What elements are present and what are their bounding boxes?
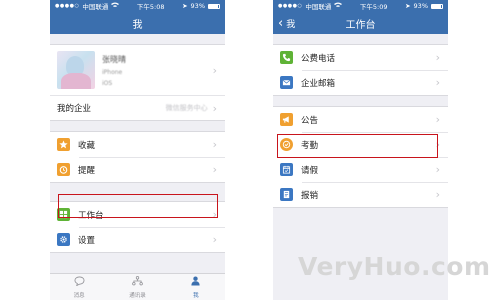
calendar-icon — [280, 163, 293, 176]
chevron-right-icon: › — [435, 51, 440, 64]
profile-card[interactable]: 张晓晴 iPhone iOS › — [50, 45, 225, 95]
reimbursement-row[interactable]: 报销 › — [273, 182, 448, 207]
reminder-label: 提醒 — [78, 165, 96, 176]
tab-messages[interactable]: 消息 — [50, 274, 108, 300]
grid-icon — [57, 208, 70, 221]
battery-label: 93% — [190, 2, 205, 10]
time-label: 下午5:09 — [359, 3, 388, 11]
tab-contacts[interactable]: 通讯录 — [108, 274, 166, 300]
workbench-row[interactable]: 工作台 › — [50, 202, 225, 227]
battery-icon — [208, 3, 220, 9]
favorites-row[interactable]: 收藏 › — [50, 132, 225, 157]
tab-messages-label: 消息 — [73, 292, 85, 299]
receipt-icon — [280, 188, 293, 201]
reminder-row[interactable]: 提醒 › — [50, 157, 225, 182]
carrier-label: 中国联通 — [305, 3, 332, 11]
tab-me-label: 我 — [193, 292, 199, 299]
announcement-label: 公告 — [301, 115, 319, 126]
enterprise-mail-row[interactable]: 企业邮箱 › — [273, 70, 448, 95]
profile-line1: iPhone — [102, 68, 123, 76]
attendance-label: 考勤 — [301, 140, 319, 151]
my-enterprise-value: 微信服务中心 — [165, 104, 208, 112]
location-icon: ➤ — [405, 2, 411, 10]
workbench-label: 工作台 — [78, 210, 104, 221]
settings-label: 设置 — [78, 235, 96, 246]
battery-icon — [431, 3, 443, 9]
page-title: 工作台 — [345, 19, 376, 31]
wifi-icon — [334, 2, 343, 10]
clock-icon — [280, 138, 293, 151]
carrier-label: 中国联通 — [82, 3, 109, 11]
phone-screen-me: ●●●●○ 中国联通 下午5:08 ➤ 93% 我 张晓晴 iPhone iOS… — [50, 0, 225, 300]
gear-icon — [57, 233, 70, 246]
chevron-right-icon: › — [435, 113, 440, 126]
enterprise-mail-label: 企业邮箱 — [301, 78, 336, 89]
nav-bar: ‹ 我 工作台 — [273, 12, 448, 34]
tab-me[interactable]: 我 — [167, 274, 225, 300]
attendance-row[interactable]: 考勤 › — [273, 132, 448, 157]
profile-line2: iOS — [102, 79, 113, 87]
back-button[interactable]: ‹ 我 — [278, 12, 295, 34]
chevron-right-icon: › — [212, 101, 217, 115]
leave-request-label: 请假 — [301, 165, 319, 176]
signal-icon: ●●●●○ — [55, 3, 80, 9]
chevron-left-icon: ‹ — [278, 15, 284, 31]
chevron-right-icon: › — [435, 76, 440, 89]
watermark: VeryHuo.com — [298, 252, 491, 281]
alarm-icon — [57, 163, 70, 176]
announcement-row[interactable]: 公告 › — [273, 107, 448, 132]
status-bar: ●●●●○ 中国联通 下午5:09 ➤ 93% — [273, 0, 448, 12]
reimbursement-label: 报销 — [301, 190, 319, 201]
public-phone-row[interactable]: 公费电话 › — [273, 45, 448, 70]
tab-bar: 消息 通讯录 我 — [50, 273, 225, 300]
chevron-right-icon: › — [212, 138, 217, 151]
settings-row[interactable]: 设置 › — [50, 227, 225, 252]
message-icon — [74, 275, 85, 289]
favorites-label: 收藏 — [78, 140, 96, 151]
signal-icon: ●●●●○ — [278, 3, 303, 9]
time-label: 下午5:08 — [136, 3, 165, 11]
chevron-right-icon: › — [212, 208, 217, 221]
tab-contacts-label: 通讯录 — [129, 292, 146, 299]
chevron-right-icon: › — [435, 138, 440, 151]
page-title: 我 — [132, 19, 143, 31]
star-icon — [57, 138, 70, 151]
my-enterprise-label: 我的企业 — [57, 104, 92, 114]
status-bar: ●●●●○ 中国联通 下午5:08 ➤ 93% — [50, 0, 225, 12]
my-enterprise-row[interactable]: 我的企业 微信服务中心 › — [50, 95, 225, 120]
battery-label: 93% — [413, 2, 428, 10]
avatar — [57, 51, 95, 89]
phone-icon — [280, 51, 293, 64]
profile-name: 张晓晴 — [102, 54, 126, 64]
chevron-right-icon: › — [212, 63, 217, 77]
person-icon — [190, 276, 201, 289]
nav-bar: 我 — [50, 12, 225, 34]
chevron-right-icon: › — [212, 233, 217, 246]
megaphone-icon — [280, 113, 293, 126]
wifi-icon — [111, 2, 120, 10]
chevron-right-icon: › — [435, 188, 440, 201]
mail-icon — [280, 76, 293, 89]
location-icon: ➤ — [182, 2, 188, 10]
back-label: 我 — [286, 19, 296, 30]
contacts-icon — [132, 275, 143, 289]
chevron-right-icon: › — [435, 163, 440, 176]
chevron-right-icon: › — [212, 163, 217, 176]
public-phone-label: 公费电话 — [301, 53, 336, 64]
leave-request-row[interactable]: 请假 › — [273, 157, 448, 182]
